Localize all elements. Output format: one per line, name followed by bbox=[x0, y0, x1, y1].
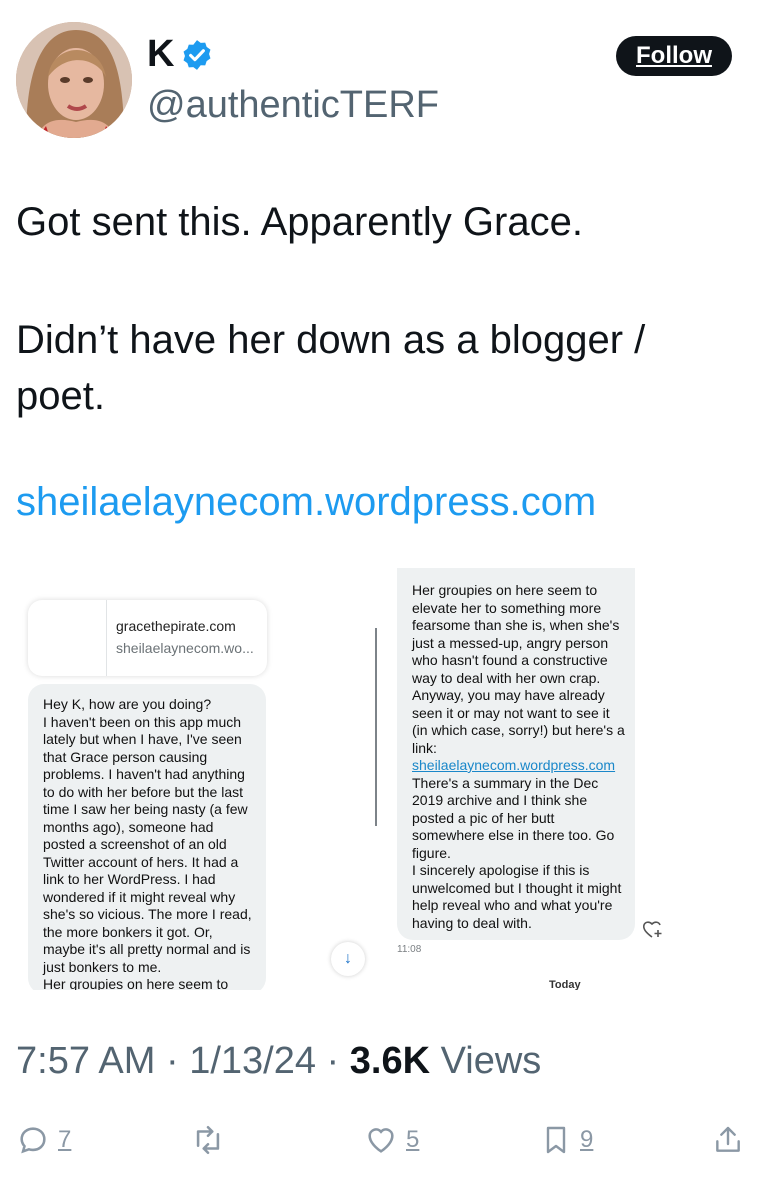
message-text-right-part1: Her groupies on here seem to elevate her… bbox=[412, 582, 625, 756]
tweet-date[interactable]: 1/13/24 bbox=[189, 1040, 316, 1082]
attached-screenshot[interactable]: gracethepirate.com sheilaelaynecom.wo...… bbox=[0, 568, 763, 990]
arrow-down-icon: ↓ bbox=[331, 942, 365, 976]
tweet-text-line2: Didn’t have her down as a blogger / poet… bbox=[16, 318, 646, 418]
author-handle[interactable]: @authenticTERF bbox=[147, 84, 439, 127]
heart-icon bbox=[368, 1128, 394, 1153]
message-time: 11:08 bbox=[397, 944, 422, 955]
message-text-right-part2: There's a summary in the Dec 2019 archiv… bbox=[412, 774, 622, 931]
scroll-divider bbox=[375, 628, 377, 826]
action-bar: 7 5 9 bbox=[0, 1120, 763, 1160]
card-divider bbox=[106, 600, 107, 676]
message-bubble-left: Hey K, how are you doing? I haven't been… bbox=[28, 684, 266, 990]
author-name[interactable]: K bbox=[147, 33, 174, 76]
message-text-right: Her groupies on here seem to elevate her… bbox=[412, 582, 627, 932]
like-count: 5 bbox=[406, 1126, 420, 1153]
date-separator: Today bbox=[549, 979, 581, 990]
retweet-icon bbox=[196, 1125, 220, 1155]
message-bubble-right: Her groupies on here seem to elevate her… bbox=[397, 568, 635, 940]
card-subtitle: sheilaelaynecom.wo... bbox=[116, 640, 254, 656]
follow-button[interactable]: Follow bbox=[616, 36, 732, 76]
like-button[interactable]: 5 bbox=[364, 1120, 419, 1160]
reply-count: 7 bbox=[58, 1126, 72, 1153]
retweet-button[interactable] bbox=[190, 1120, 234, 1160]
tweet-time[interactable]: 7:57 AM bbox=[16, 1040, 155, 1082]
card-title: gracethepirate.com bbox=[116, 618, 236, 634]
bookmark-count: 9 bbox=[580, 1126, 594, 1153]
tweet-meta: 7:57 AM · 1/13/24 · 3.6K Views bbox=[16, 1040, 542, 1082]
avatar[interactable] bbox=[16, 22, 132, 138]
reply-icon bbox=[20, 1127, 46, 1154]
share-button[interactable] bbox=[712, 1120, 744, 1160]
reply-button[interactable]: 7 bbox=[16, 1120, 71, 1160]
message-link: sheilaelaynecom.wordpress.com bbox=[412, 757, 616, 773]
bookmark-icon bbox=[546, 1126, 566, 1154]
verified-badge-icon bbox=[180, 38, 214, 72]
tweet-text-line1: Got sent this. Apparently Grace. bbox=[16, 200, 583, 244]
bookmark-button[interactable]: 9 bbox=[540, 1120, 593, 1160]
tweet-link[interactable]: sheilaelaynecom.wordpress.com bbox=[16, 480, 596, 525]
link-preview-card: gracethepirate.com sheilaelaynecom.wo... bbox=[28, 600, 267, 676]
views-count: 3.6K bbox=[349, 1040, 431, 1082]
views-label: Views bbox=[440, 1040, 542, 1082]
message-text-left: Hey K, how are you doing? I haven't been… bbox=[43, 696, 252, 990]
share-icon bbox=[716, 1126, 740, 1152]
heart-plus-icon bbox=[641, 918, 665, 940]
